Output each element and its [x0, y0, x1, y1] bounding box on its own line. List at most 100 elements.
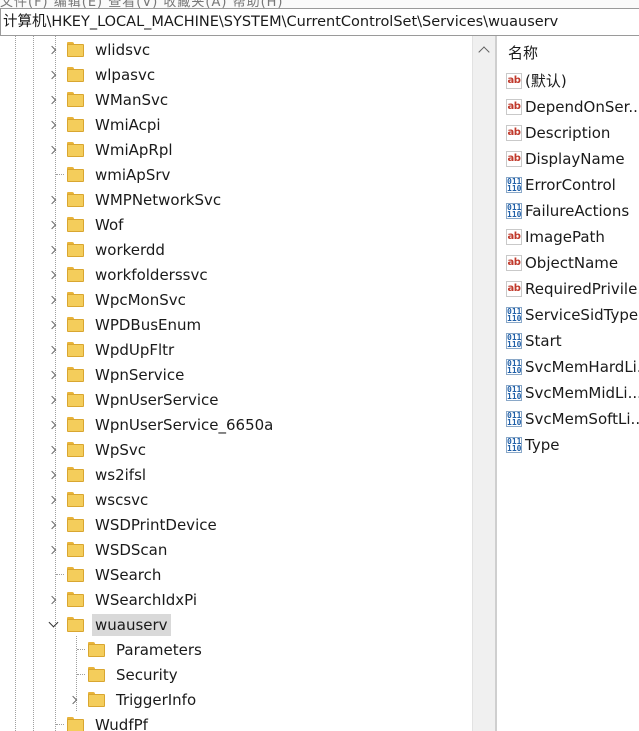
folder-icon	[67, 92, 84, 107]
tree-item-wof[interactable]: Wof	[48, 212, 126, 237]
chevron-right-icon[interactable]	[48, 195, 58, 205]
address-bar[interactable]: 计算机\HKEY_LOCAL_MACHINE\SYSTEM\CurrentCon…	[0, 8, 639, 36]
tree-item-wpnservice[interactable]: WpnService	[48, 362, 187, 387]
value-item[interactable]: ab RequiredPrivile...	[506, 276, 639, 301]
chevron-down-icon[interactable]	[48, 620, 58, 630]
value-item[interactable]: ab DependOnSer...	[506, 94, 639, 119]
tree-item-ws2ifsl[interactable]: ws2ifsl	[48, 462, 149, 487]
value-item[interactable]: 011 110 SvcMemMidLi...	[506, 380, 639, 405]
tree-item-wpcmonsvc[interactable]: WpcMonSvc	[48, 287, 189, 312]
tree-item-workerdd[interactable]: workerdd	[48, 237, 168, 262]
values-list[interactable]: 名称 ab (默认) ab DependOnSer... ab Description ab…	[497, 36, 639, 731]
chevron-right-icon[interactable]	[48, 495, 58, 505]
folder-icon	[67, 392, 84, 407]
value-name: ObjectName	[525, 253, 619, 272]
value-item[interactable]: 011 110 SvcMemHardLi...	[506, 354, 639, 379]
tree-item-wmiacpi[interactable]: WmiAcpi	[48, 112, 164, 137]
chevron-right-icon[interactable]	[48, 45, 58, 55]
value-name: ServiceSidType	[525, 305, 639, 324]
tree-item-wpnuserservice_6650a[interactable]: WpnUserService_6650a	[48, 412, 276, 437]
tree-item-wpsvc[interactable]: WpSvc	[48, 437, 149, 462]
tree-item-label: WmiApRpl	[95, 140, 173, 159]
tree-item-wsearch[interactable]: WSearch	[48, 562, 164, 587]
tree-scrollbar[interactable]	[472, 36, 496, 731]
chevron-right-icon[interactable]	[48, 145, 58, 155]
tree-item-wuauserv[interactable]: wuauserv	[48, 612, 171, 637]
value-item[interactable]: ab ImagePath	[506, 224, 605, 249]
column-header-name[interactable]: 名称	[508, 42, 538, 63]
tree-item-wpdupfltr[interactable]: WpdUpFltr	[48, 337, 177, 362]
chevron-right-icon[interactable]	[48, 370, 58, 380]
tree-item-label: WManSvc	[95, 90, 169, 109]
value-name: Description	[525, 123, 611, 142]
binary-value-icon: 011 110	[506, 176, 522, 193]
tree-item-label: WSearchIdxPi	[95, 590, 198, 609]
scroll-up-icon[interactable]	[478, 46, 490, 58]
chevron-right-icon[interactable]	[48, 545, 58, 555]
tree-item-wlidsvc[interactable]: wlidsvc	[48, 37, 153, 62]
chevron-right-icon[interactable]	[48, 245, 58, 255]
tree-item-wmansvc[interactable]: WManSvc	[48, 87, 171, 112]
binary-value-icon: 011 110	[506, 358, 522, 375]
folder-icon	[67, 317, 84, 332]
chevron-right-icon[interactable]	[48, 470, 58, 480]
chevron-right-icon[interactable]	[48, 595, 58, 605]
tree-item-wpnuserservice[interactable]: WpnUserService	[48, 387, 222, 412]
value-item[interactable]: 011 110 FailureActions	[506, 198, 629, 223]
tree-item-security[interactable]: Security	[69, 662, 181, 687]
folder-icon	[88, 667, 105, 682]
tree-item-label: wscsvc	[95, 490, 149, 509]
tree-item-parameters[interactable]: Parameters	[69, 637, 205, 662]
menu-strip-text: 文件(F) 编辑(E) 查看(V) 收藏夹(A) 帮助(H)	[0, 0, 284, 8]
chevron-right-icon[interactable]	[48, 520, 58, 530]
tree-item-label: WSDPrintDevice	[95, 515, 217, 534]
binary-value-icon: 011 110	[506, 384, 522, 401]
value-name: SvcMemMidLi...	[525, 383, 639, 402]
chevron-right-icon[interactable]	[48, 220, 58, 230]
tree-item-wsdscan[interactable]: WSDScan	[48, 537, 170, 562]
tree-item-wpdbusenum[interactable]: WPDBusEnum	[48, 312, 204, 337]
chevron-right-icon[interactable]	[48, 345, 58, 355]
chevron-right-icon[interactable]	[48, 95, 58, 105]
chevron-right-icon[interactable]	[48, 70, 58, 80]
value-item[interactable]: ab ObjectName	[506, 250, 618, 275]
chevron-right-icon[interactable]	[48, 295, 58, 305]
chevron-right-icon[interactable]	[48, 445, 58, 455]
tree-item-wscsvc[interactable]: wscsvc	[48, 487, 151, 512]
tree-item-workfolderssvc[interactable]: workfolderssvc	[48, 262, 211, 287]
tree-item-wsdprintdevice[interactable]: WSDPrintDevice	[48, 512, 220, 537]
value-name: ImagePath	[525, 227, 605, 246]
chevron-right-icon[interactable]	[48, 320, 58, 330]
value-item[interactable]: 011 110 Start	[506, 328, 562, 353]
tree-item-wlpasvc[interactable]: wlpasvc	[48, 62, 158, 87]
value-item[interactable]: 011 110 Type	[506, 432, 559, 457]
tree-item-wsearchidxpi[interactable]: WSearchIdxPi	[48, 587, 200, 612]
string-value-icon: ab	[506, 228, 522, 245]
chevron-right-icon[interactable]	[48, 270, 58, 280]
tree-item-label: workfolderssvc	[95, 265, 208, 284]
value-item[interactable]: 011 110 SvcMemSoftLi...	[506, 406, 639, 431]
tree-item-wmiapsrv[interactable]: wmiApSrv	[48, 162, 173, 187]
tree-item-wudfpf[interactable]: WudfPf	[48, 712, 151, 731]
value-item[interactable]: ab Description	[506, 120, 610, 145]
chevron-right-icon[interactable]	[48, 395, 58, 405]
binary-value-icon: 011 110	[506, 332, 522, 349]
chevron-right-icon[interactable]	[48, 120, 58, 130]
value-item[interactable]: 011 110 ErrorControl	[506, 172, 616, 197]
string-value-icon: ab	[506, 254, 522, 271]
chevron-right-icon[interactable]	[48, 420, 58, 430]
value-item[interactable]: ab DisplayName	[506, 146, 625, 171]
tree-item-triggerinfo[interactable]: TriggerInfo	[69, 687, 199, 712]
tree-item-label: WpcMonSvc	[95, 290, 186, 309]
value-item[interactable]: 011 110 ServiceSidType	[506, 302, 638, 327]
chevron-right-icon[interactable]	[69, 695, 79, 705]
tree-item-label: TriggerInfo	[116, 690, 197, 709]
tree-item-wmpnetworksvc[interactable]: WMPNetworkSvc	[48, 187, 224, 212]
registry-tree[interactable]: wlidsvc wlpasvc WManSvc WmiAcpi WmiApRpl wmiA…	[0, 36, 472, 731]
tree-guide-line	[33, 36, 34, 731]
tree-item-wmiaprpl[interactable]: WmiApRpl	[48, 137, 176, 162]
value-item[interactable]: ab (默认)	[506, 68, 567, 93]
tree-item-label: WPDBusEnum	[95, 315, 202, 334]
value-name: Start	[525, 331, 562, 350]
string-value-icon: ab	[506, 280, 522, 297]
